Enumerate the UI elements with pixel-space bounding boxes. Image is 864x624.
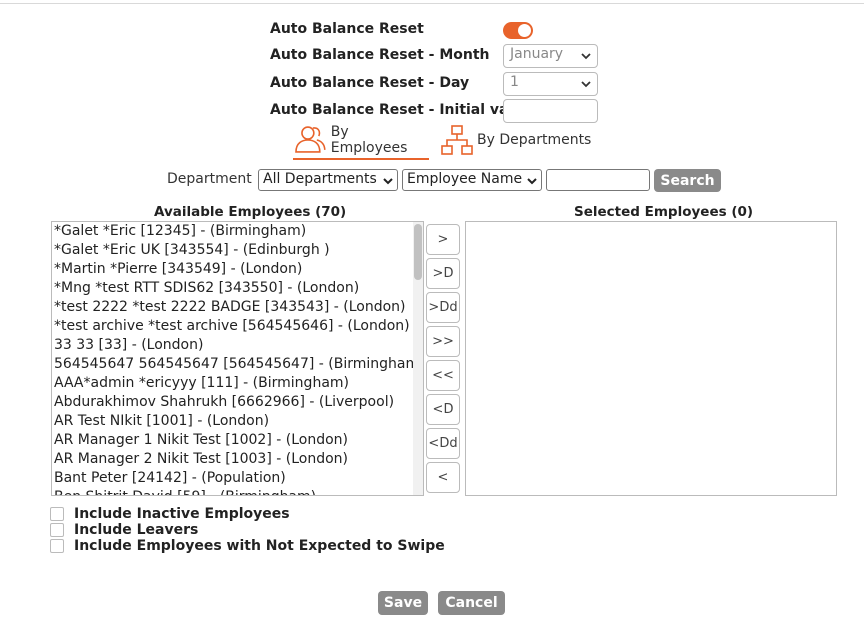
list-item[interactable]: Abdurakhimov Shahrukh [6662966] - (Liver…	[52, 393, 423, 412]
chevron-down-icon	[581, 53, 591, 60]
department-filter-label: Department	[167, 171, 252, 187]
search-input[interactable]	[546, 169, 650, 191]
selected-employees-list[interactable]	[465, 221, 837, 496]
chevron-down-icon	[383, 178, 393, 185]
list-item[interactable]: AR Manager 2 Nikit Test [1003] - (London…	[52, 450, 423, 469]
available-items: *Galet *Eric [12345] - (Birmingham) *Gale…	[52, 222, 423, 495]
month-select[interactable]: January	[503, 44, 598, 68]
list-item[interactable]: 564545647 564545647 [564545647] - (Birmi…	[52, 355, 423, 374]
add-one-button[interactable]: >	[426, 224, 460, 255]
scroll-thumb[interactable]	[414, 224, 422, 280]
day-label: Auto Balance Reset - Day	[270, 75, 470, 91]
month-label: Auto Balance Reset - Month	[270, 47, 490, 63]
list-item[interactable]: Ben Shitrit David [59] - (Birmingham)	[52, 488, 423, 495]
available-employees-title: Available Employees (70)	[154, 204, 347, 220]
list-item[interactable]: AAA*admin *ericyyy [111] - (Birmingham)	[52, 374, 423, 393]
list-item[interactable]: *test 2222 *test 2222 BADGE [343543] - (…	[52, 298, 423, 317]
include-leavers-checkbox[interactable]	[50, 523, 64, 537]
save-button[interactable]: Save	[378, 591, 428, 615]
top-divider	[0, 3, 864, 4]
cancel-button[interactable]: Cancel	[438, 591, 505, 615]
list-item[interactable]: Bant Peter [24142] - (Population)	[52, 469, 423, 488]
list-scrollbar[interactable]	[413, 222, 423, 495]
day-value: 1	[510, 74, 519, 90]
auto-balance-reset-label: Auto Balance Reset	[270, 21, 424, 37]
sort-value: Employee Name	[407, 171, 523, 187]
initial-value-input[interactable]	[503, 99, 598, 123]
list-item[interactable]: AR Manager 1 Nikit Test [1002] - (London…	[52, 431, 423, 450]
remove-all-button[interactable]: <<	[426, 360, 460, 391]
department-select[interactable]: All Departments	[258, 169, 398, 191]
list-item[interactable]: *test archive *test archive [564545646] …	[52, 317, 423, 336]
include-inactive-checkbox[interactable]	[50, 507, 64, 521]
add-department-deep-button[interactable]: >Dd	[426, 292, 460, 323]
list-item[interactable]: *Galet *Eric [12345] - (Birmingham)	[52, 222, 423, 241]
toggle-knob	[518, 24, 531, 37]
tab-by-departments[interactable]: By Departments	[441, 122, 601, 158]
list-item[interactable]: 33 33 [33] - (London)	[52, 336, 423, 355]
include-not-expected-checkbox[interactable]	[50, 539, 64, 553]
day-select[interactable]: 1	[503, 72, 598, 96]
sort-select[interactable]: Employee Name	[402, 169, 542, 191]
list-item[interactable]: AR Test NIkit [1001] - (London)	[52, 412, 423, 431]
initial-value-label: Auto Balance Reset - Initial value	[270, 102, 533, 118]
org-chart-icon	[441, 125, 473, 155]
include-not-expected-label: Include Employees with Not Expected to S…	[74, 538, 445, 554]
remove-department-deep-button[interactable]: <Dd	[426, 428, 460, 459]
department-value: All Departments	[263, 171, 377, 187]
list-item[interactable]: *Mng *test RTT SDIS62 [343550] - (London…	[52, 279, 423, 298]
list-item[interactable]: *Galet *Eric UK [343554] - (Edinburgh )	[52, 241, 423, 260]
remove-one-button[interactable]: <	[426, 462, 460, 493]
month-value: January	[510, 46, 564, 62]
tab-label: By Employees	[330, 124, 408, 156]
chevron-down-icon	[581, 81, 591, 88]
available-employees-list[interactable]: *Galet *Eric [12345] - (Birmingham) *Gale…	[51, 221, 424, 496]
selected-employees-title: Selected Employees (0)	[574, 204, 754, 220]
include-leavers-label: Include Leavers	[74, 522, 199, 538]
people-icon	[295, 126, 326, 153]
list-item[interactable]: *Martin *Pierre [343549] - (London)	[52, 260, 423, 279]
add-department-button[interactable]: >D	[426, 258, 460, 289]
auto-balance-reset-toggle[interactable]	[503, 22, 533, 39]
add-all-button[interactable]: >>	[426, 326, 460, 357]
tab-by-employees[interactable]: By Employees	[293, 122, 429, 160]
chevron-down-icon	[527, 178, 537, 185]
search-button[interactable]: Search	[654, 169, 721, 192]
include-inactive-label: Include Inactive Employees	[74, 506, 290, 522]
tab-label: By Departments	[477, 132, 592, 148]
remove-department-button[interactable]: <D	[426, 394, 460, 425]
